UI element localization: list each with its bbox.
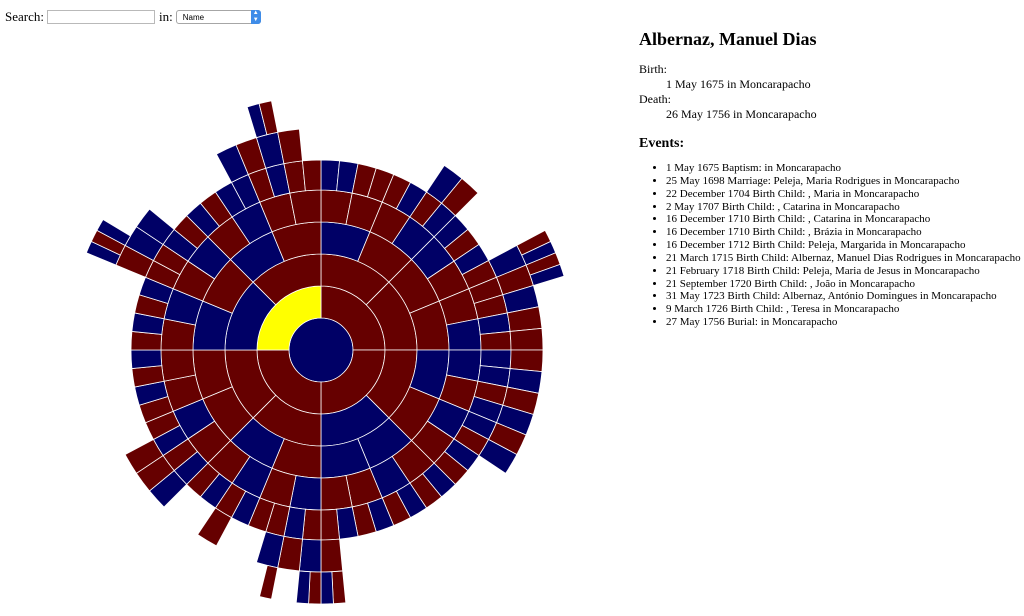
ancestor-segment[interactable] <box>509 349 544 373</box>
event-item: 16 December 1710 Birth Child: , Brázia i… <box>666 226 1019 239</box>
event-item: 21 March 1715 Birth Child: Albernaz, Man… <box>666 252 1021 265</box>
event-item: 22 December 1704 Birth Child: , Maria in… <box>666 188 1019 201</box>
ancestor-segment[interactable] <box>295 570 311 605</box>
ancestor-segment[interactable] <box>259 564 279 600</box>
event-item: 21 September 1720 Birth Child: , João in… <box>666 278 1019 291</box>
person-details-panel: Albernaz, Manuel Dias Birth: 1 May 1675 … <box>639 28 1021 329</box>
person-name: Albernaz, Manuel Dias <box>639 29 817 49</box>
event-item: 31 May 1723 Birth Child: Albernaz, Antón… <box>666 290 1019 303</box>
event-item: 9 March 1726 Birth Child: , Teresa in Mo… <box>666 303 1019 316</box>
ancestor-segment[interactable] <box>302 159 322 192</box>
ancestor-segment[interactable] <box>320 508 340 541</box>
event-item: 2 May 1707 Birth Child: , Catarina in Mo… <box>666 201 1019 214</box>
family-sunburst-chart <box>0 0 565 605</box>
events-list: 1 May 1675 Baptism: in Moncarapacho 25 M… <box>639 162 1021 329</box>
event-item: 21 February 1718 Birth Child: Peleja, Ma… <box>666 265 1019 278</box>
ancestor-segment[interactable] <box>509 327 544 351</box>
birth-label: Birth: <box>639 62 668 76</box>
events-heading: Events: <box>639 136 685 151</box>
ancestor-segment[interactable] <box>331 570 347 605</box>
ancestor-segment[interactable] <box>320 571 334 605</box>
birth-value: 1 May 1675 in Moncarapacho <box>666 77 811 91</box>
ancestor-segment[interactable] <box>298 538 322 573</box>
ancestor-segment[interactable] <box>479 331 512 351</box>
event-item: 25 May 1698 Marriage: Peleja, Maria Rodr… <box>666 175 1019 188</box>
ancestor-segment[interactable] <box>320 538 344 573</box>
ancestor-segment[interactable] <box>130 349 163 369</box>
event-item: 27 May 1756 Burial: in Moncarapacho <box>666 316 1019 329</box>
event-item: 16 December 1712 Birth Child: Peleja, Ma… <box>666 239 1019 252</box>
death-label: Death: <box>639 92 671 106</box>
death-value: 26 May 1756 in Moncarapacho <box>666 107 817 121</box>
ancestor-segment[interactable] <box>308 571 322 605</box>
event-item: 16 December 1710 Birth Child: , Catarina… <box>666 213 1019 226</box>
event-item: 1 May 1675 Baptism: in Moncarapacho <box>666 162 1019 175</box>
